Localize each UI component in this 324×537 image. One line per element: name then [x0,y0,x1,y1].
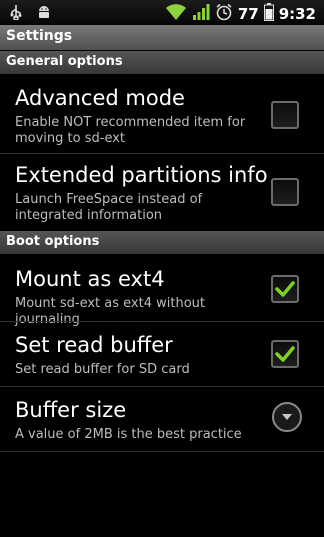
preference-mount-ext4[interactable]: Mount as ext4 Mount sd-ext as ext4 witho… [0,255,324,327]
preference-title: Mount as ext4 [15,267,165,291]
preference-advanced-mode[interactable]: Advanced mode Enable NOT recommended ite… [0,75,324,154]
battery-level: 77 [237,5,259,23]
preference-title: Extended partitions info [15,163,268,187]
buffer-size-dropdown[interactable] [272,402,302,432]
preference-title: Advanced mode [15,86,185,110]
check-icon [275,346,295,362]
wifi-icon [165,3,187,25]
clock: 9:32 [278,5,316,23]
preference-set-read-buffer[interactable]: Set read buffer Set read buffer for SD c… [0,322,324,386]
check-icon [275,281,295,297]
chevron-down-icon [282,414,292,420]
preference-summary: Set read buffer for SD card [15,362,190,377]
preference-title: Set read buffer [15,333,173,357]
section-header-label: General options [6,54,123,69]
title-bar: Settings [0,25,324,50]
section-header-label: Boot options [6,234,100,249]
section-header-general: General options [0,51,324,74]
android-debug-icon [36,4,52,24]
advanced-mode-checkbox[interactable] [271,101,299,129]
preference-summary: A value of 2MB is the best practice [15,427,242,442]
extended-partitions-checkbox[interactable] [271,178,299,206]
preference-title: Buffer size [15,398,127,422]
preference-summary: Enable NOT recommended item for moving t… [15,115,246,146]
battery-icon [263,3,274,25]
alarm-icon [215,3,233,25]
section-header-boot: Boot options [0,231,324,254]
divider [0,451,324,452]
mount-ext4-checkbox[interactable] [271,275,299,303]
usb-icon [8,4,24,24]
preference-summary: Launch FreeSpace instead of integrated i… [15,192,203,223]
page-title: Settings [6,28,73,44]
status-bar: 77 9:32 [0,0,324,25]
signal-icon [192,3,210,25]
preference-extended-partitions[interactable]: Extended partitions info Launch FreeSpac… [0,154,324,231]
set-read-buffer-checkbox[interactable] [271,340,299,368]
preference-buffer-size[interactable]: Buffer size A value of 2MB is the best p… [0,387,324,451]
